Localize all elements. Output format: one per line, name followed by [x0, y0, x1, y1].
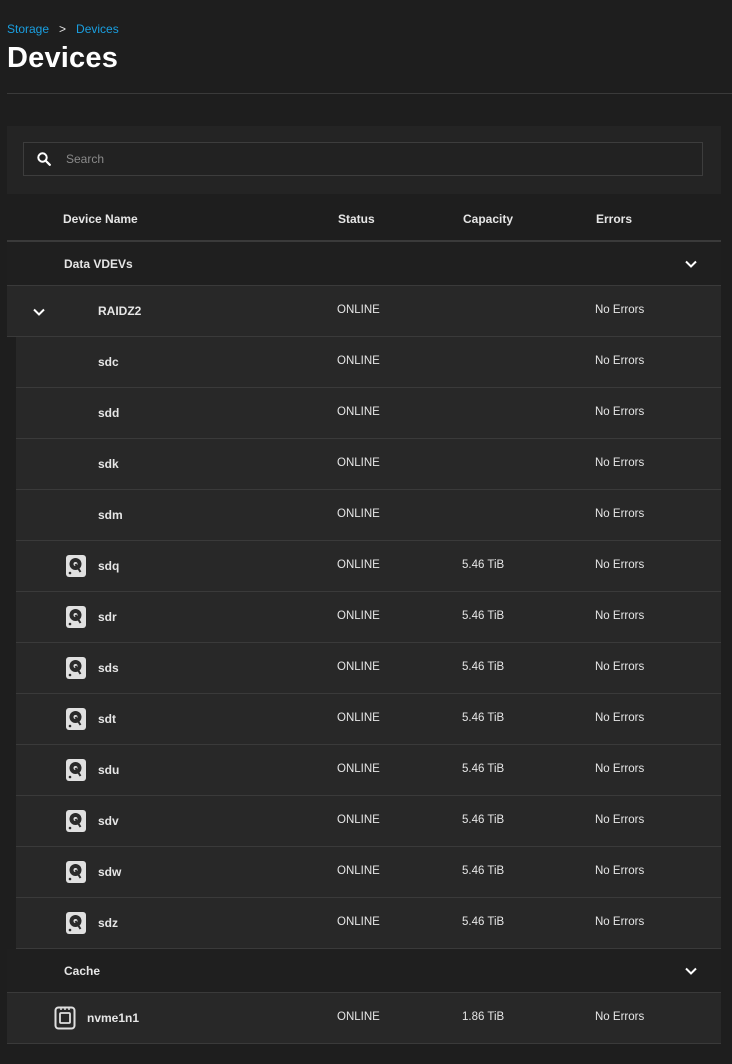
group-row-data-vdevs[interactable]: Data VDEVs: [7, 242, 721, 286]
hdd-icon: [66, 657, 86, 679]
device-row-sdk[interactable]: sdk ONLINE No Errors: [16, 439, 721, 490]
device-status: ONLINE: [337, 406, 380, 418]
device-errors: No Errors: [595, 916, 645, 928]
device-status: ONLINE: [337, 457, 380, 469]
group-label: Data VDEVs: [64, 257, 133, 271]
device-status: ONLINE: [337, 916, 380, 928]
device-errors: No Errors: [595, 406, 645, 418]
vdev-row-raidz2[interactable]: RAIDZ2 ONLINE No Errors: [7, 286, 721, 337]
device-status: ONLINE: [337, 661, 380, 673]
group-label: Cache: [64, 964, 101, 978]
device-errors: No Errors: [595, 661, 645, 673]
device-name: sdr: [98, 610, 117, 624]
device-name: nvme1n1: [87, 1011, 140, 1025]
hdd-icon: [66, 606, 86, 628]
chevron-down-icon[interactable]: [31, 304, 47, 320]
device-row-sdd[interactable]: sdd ONLINE No Errors: [16, 388, 721, 439]
device-status: ONLINE: [337, 559, 380, 571]
device-name: sdw: [98, 865, 122, 879]
device-name: sdt: [98, 712, 116, 726]
hdd-icon: [66, 708, 86, 730]
search-input[interactable]: [64, 151, 702, 167]
device-row-sdz[interactable]: sdz ONLINE 5.46 TiB No Errors: [16, 898, 721, 949]
device-status: ONLINE: [337, 610, 380, 622]
search-panel: [7, 126, 721, 194]
device-capacity: 5.46 TiB: [462, 763, 505, 775]
device-name: sdv: [98, 814, 119, 828]
group-row-cache[interactable]: Cache: [7, 949, 721, 993]
device-name: sdu: [98, 763, 120, 777]
column-header-status[interactable]: Status: [338, 212, 375, 226]
device-status: ONLINE: [337, 814, 380, 826]
device-name: sdq: [98, 559, 120, 573]
device-status: ONLINE: [337, 508, 380, 520]
breadcrumb-devices[interactable]: Devices: [76, 22, 119, 36]
device-errors: No Errors: [595, 763, 645, 775]
column-header-capacity[interactable]: Capacity: [463, 212, 513, 226]
device-name: sdc: [98, 355, 119, 369]
device-capacity: 5.46 TiB: [462, 559, 505, 571]
hdd-icon: [66, 912, 86, 934]
device-errors: No Errors: [595, 610, 645, 622]
device-errors: No Errors: [595, 304, 645, 316]
hdd-icon: [66, 555, 86, 577]
breadcrumb-separator: >: [59, 22, 67, 36]
device-errors: No Errors: [595, 355, 645, 367]
device-capacity: 5.46 TiB: [462, 865, 505, 877]
search-box[interactable]: [23, 142, 703, 176]
device-row-nvme1n1[interactable]: nvme1n1 ONLINE 1.86 TiB No Errors: [7, 993, 721, 1044]
device-errors: No Errors: [595, 712, 645, 724]
device-row-sdu[interactable]: sdu ONLINE 5.46 TiB No Errors: [16, 745, 721, 796]
device-errors: No Errors: [595, 457, 645, 469]
hdd-icon: [66, 759, 86, 781]
hdd-icon: [66, 861, 86, 883]
device-capacity: 5.46 TiB: [462, 610, 505, 622]
device-capacity: 5.46 TiB: [462, 712, 505, 724]
device-name: RAIDZ2: [98, 304, 142, 318]
device-errors: No Errors: [595, 1011, 645, 1023]
device-capacity: 5.46 TiB: [462, 814, 505, 826]
devices-table: Device Name Status Capacity Errors Data …: [7, 194, 721, 1044]
device-capacity: 5.46 TiB: [462, 916, 505, 928]
device-status: ONLINE: [337, 712, 380, 724]
device-row-sdc[interactable]: sdc ONLINE No Errors: [16, 337, 721, 388]
device-status: ONLINE: [337, 355, 380, 367]
device-row-sdq[interactable]: sdq ONLINE 5.46 TiB No Errors: [16, 541, 721, 592]
device-status: ONLINE: [337, 865, 380, 877]
ssd-icon: [54, 1006, 76, 1030]
device-row-sdr[interactable]: sdr ONLINE 5.46 TiB No Errors: [16, 592, 721, 643]
column-header-device-name[interactable]: Device Name: [63, 212, 138, 226]
device-status: ONLINE: [337, 1011, 380, 1023]
device-name: sds: [98, 661, 119, 675]
search-icon: [24, 152, 64, 166]
device-name: sdz: [98, 916, 119, 930]
device-name: sdm: [98, 508, 123, 522]
device-status: ONLINE: [337, 304, 380, 316]
device-name: sdd: [98, 406, 120, 420]
title-divider: [7, 93, 732, 94]
column-header-errors[interactable]: Errors: [596, 212, 632, 226]
device-errors: No Errors: [595, 508, 645, 520]
device-row-sdw[interactable]: sdw ONLINE 5.46 TiB No Errors: [16, 847, 721, 898]
device-row-sdt[interactable]: sdt ONLINE 5.46 TiB No Errors: [16, 694, 721, 745]
page-title: Devices: [7, 42, 119, 74]
device-errors: No Errors: [595, 559, 645, 571]
device-row-sdm[interactable]: sdm ONLINE No Errors: [16, 490, 721, 541]
table-header: Device Name Status Capacity Errors: [7, 194, 721, 242]
device-capacity: 1.86 TiB: [462, 1011, 505, 1023]
breadcrumb: Storage > Devices: [7, 22, 119, 36]
breadcrumb-storage[interactable]: Storage: [7, 22, 49, 36]
hdd-icon: [66, 810, 86, 832]
device-status: ONLINE: [337, 763, 380, 775]
device-errors: No Errors: [595, 865, 645, 877]
chevron-down-icon[interactable]: [683, 963, 699, 979]
device-capacity: 5.46 TiB: [462, 661, 505, 673]
device-name: sdk: [98, 457, 119, 471]
chevron-down-icon[interactable]: [683, 256, 699, 272]
device-errors: No Errors: [595, 814, 645, 826]
device-row-sdv[interactable]: sdv ONLINE 5.46 TiB No Errors: [16, 796, 721, 847]
device-row-sds[interactable]: sds ONLINE 5.46 TiB No Errors: [16, 643, 721, 694]
